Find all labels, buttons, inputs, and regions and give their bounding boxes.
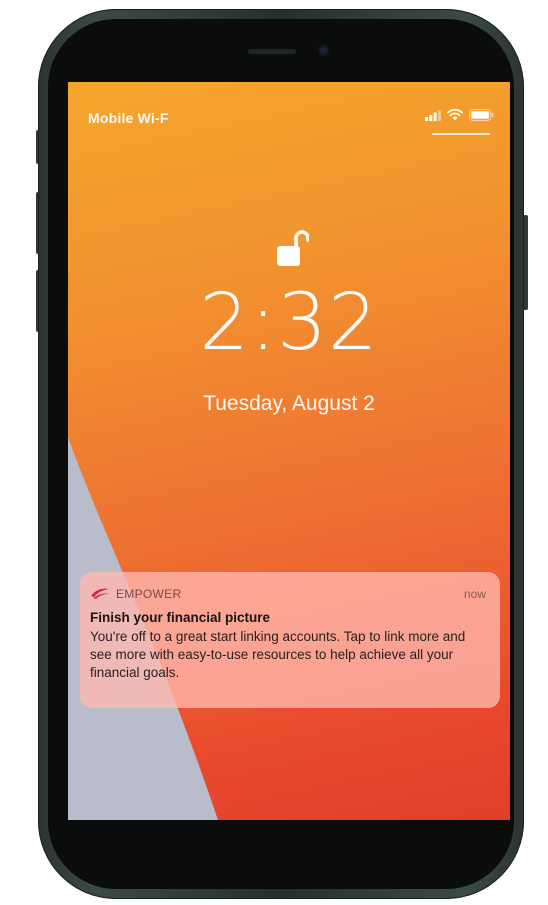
earpiece-speaker	[248, 49, 296, 54]
lock-date: Tuesday, August 2	[203, 392, 375, 415]
cellular-signal-icon	[425, 109, 441, 121]
unlocked-padlock-icon	[277, 230, 309, 266]
notification-title: Finish your financial picture	[90, 610, 271, 625]
front-camera	[318, 45, 329, 56]
wifi-icon	[447, 109, 463, 121]
wallpaper-wedge	[68, 437, 218, 820]
notch	[188, 33, 388, 81]
notification-card[interactable]: EMPOWER now Finish your financial pictur…	[80, 572, 500, 708]
control-center-indicator[interactable]	[432, 133, 490, 135]
lock-screen[interactable]: Mobile Wi-F 2:32 Tuesday, August 2 EMPOW…	[68, 82, 510, 820]
notification-body: You're off to a great start linking acco…	[90, 629, 466, 680]
notification-app-name: EMPOWER	[116, 587, 182, 601]
lock-time: 2:32	[199, 278, 379, 368]
empower-logo-icon	[91, 588, 109, 599]
battery-icon	[469, 109, 494, 121]
carrier-label: Mobile Wi-F	[88, 110, 169, 126]
notification-timestamp: now	[463, 587, 486, 601]
status-icons	[425, 109, 494, 121]
